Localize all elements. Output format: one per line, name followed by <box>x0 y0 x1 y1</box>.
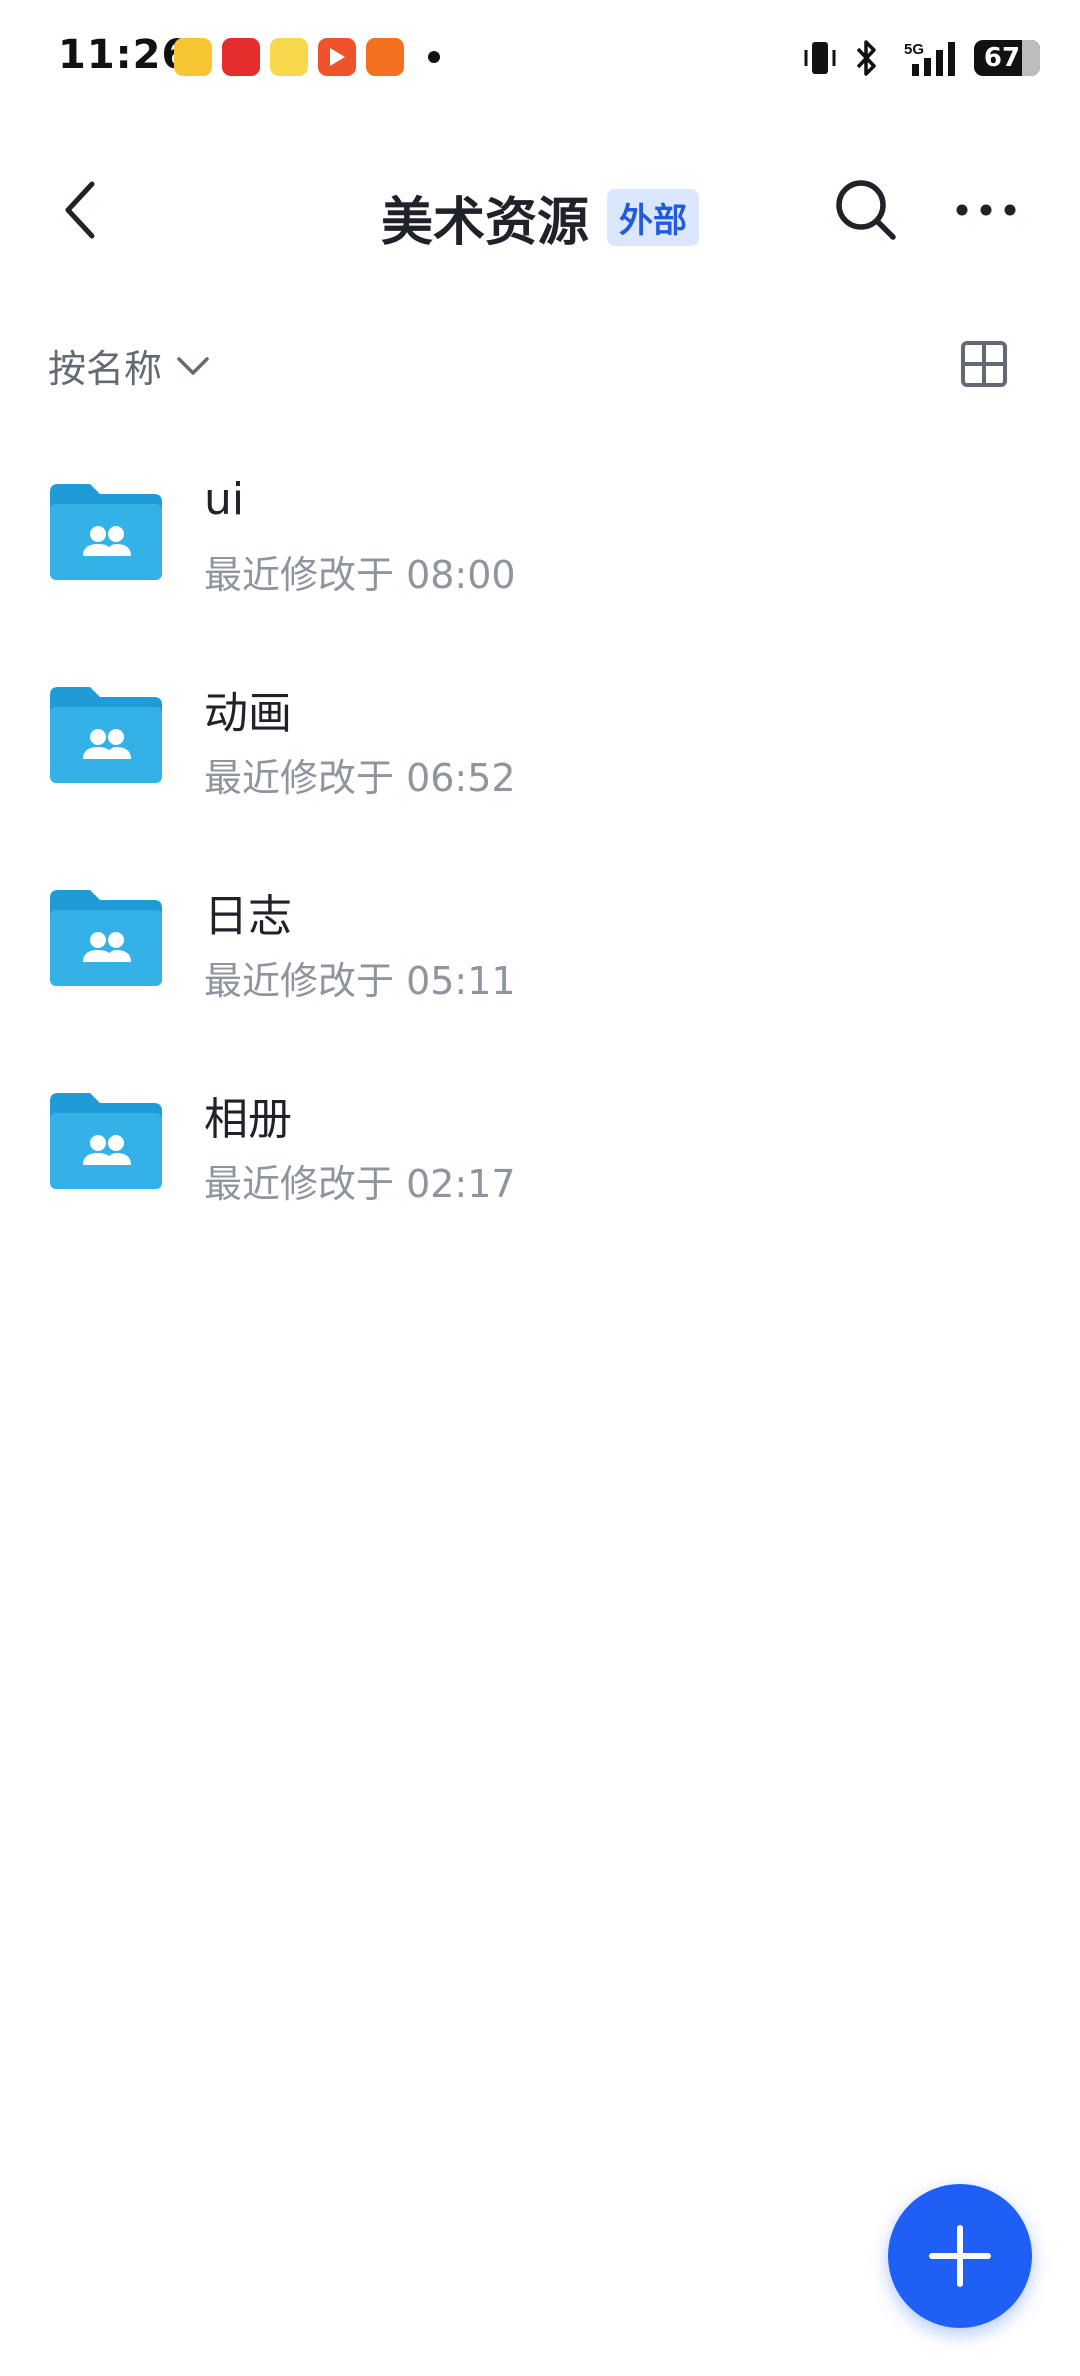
notification-icons <box>174 38 440 76</box>
shared-folder-icon <box>50 687 162 783</box>
sort-by-name-button[interactable]: 按名称 <box>48 338 210 393</box>
list-item[interactable]: 日志 最近修改于 05:11 <box>0 876 1080 1079</box>
sort-toolbar: 按名称 <box>0 320 1080 410</box>
more-button[interactable] <box>950 174 1022 246</box>
chevron-down-icon <box>177 356 209 375</box>
music-app-icon <box>222 38 260 76</box>
shopping-app-icon <box>366 38 404 76</box>
folder-list: ui 最近修改于 08:00 动画 最近修改于 06:52 日志 最近修改于 0… <box>0 470 1080 1282</box>
folder-name: 动画 <box>204 688 292 739</box>
external-badge: 外部 <box>607 189 699 246</box>
sort-label: 按名称 <box>48 347 163 391</box>
status-bar: 11:26 5G 67 <box>0 0 1080 120</box>
app-notification-icon <box>174 38 212 76</box>
title-group: 美术资源 外部 <box>0 180 1080 255</box>
folder-name: ui <box>204 474 245 525</box>
battery-level: 67 <box>983 43 1021 73</box>
vibrate-icon <box>804 42 836 74</box>
plus-icon <box>929 2225 991 2287</box>
list-item[interactable]: ui 最近修改于 08:00 <box>0 470 1080 673</box>
bluetooth-icon <box>856 40 876 76</box>
folder-name: 相册 <box>204 1094 292 1145</box>
video-app-icon <box>318 38 356 76</box>
status-time: 11:26 <box>58 32 191 78</box>
shared-folder-icon <box>50 890 162 986</box>
folder-modified-time: 最近修改于 08:00 <box>204 553 516 597</box>
list-item[interactable]: 相册 最近修改于 02:17 <box>0 1079 1080 1282</box>
folder-modified-time: 最近修改于 06:52 <box>204 756 516 800</box>
grid-view-icon <box>961 341 1007 387</box>
search-button[interactable] <box>830 174 902 246</box>
folder-modified-time: 最近修改于 05:11 <box>204 959 516 1003</box>
battery-indicator: 67 <box>974 40 1040 76</box>
more-icon <box>956 204 1016 216</box>
grid-view-button[interactable] <box>958 338 1010 390</box>
shared-folder-icon <box>50 1093 162 1189</box>
folder-modified-time: 最近修改于 02:17 <box>204 1162 516 1206</box>
page-title: 美术资源 <box>380 193 589 253</box>
more-notifications-icon <box>428 51 440 63</box>
svg-text:5G: 5G <box>904 41 924 58</box>
add-button[interactable] <box>888 2184 1032 2328</box>
top-app-bar: 美术资源 外部 <box>0 150 1080 270</box>
search-icon <box>836 180 896 240</box>
signal-5g-icon: 5G <box>904 41 955 76</box>
list-item[interactable]: 动画 最近修改于 06:52 <box>0 673 1080 876</box>
shared-folder-icon <box>50 484 162 580</box>
status-indicators: 5G 67 <box>802 38 1040 78</box>
weibo-app-icon <box>270 38 308 76</box>
folder-name: 日志 <box>204 891 292 942</box>
